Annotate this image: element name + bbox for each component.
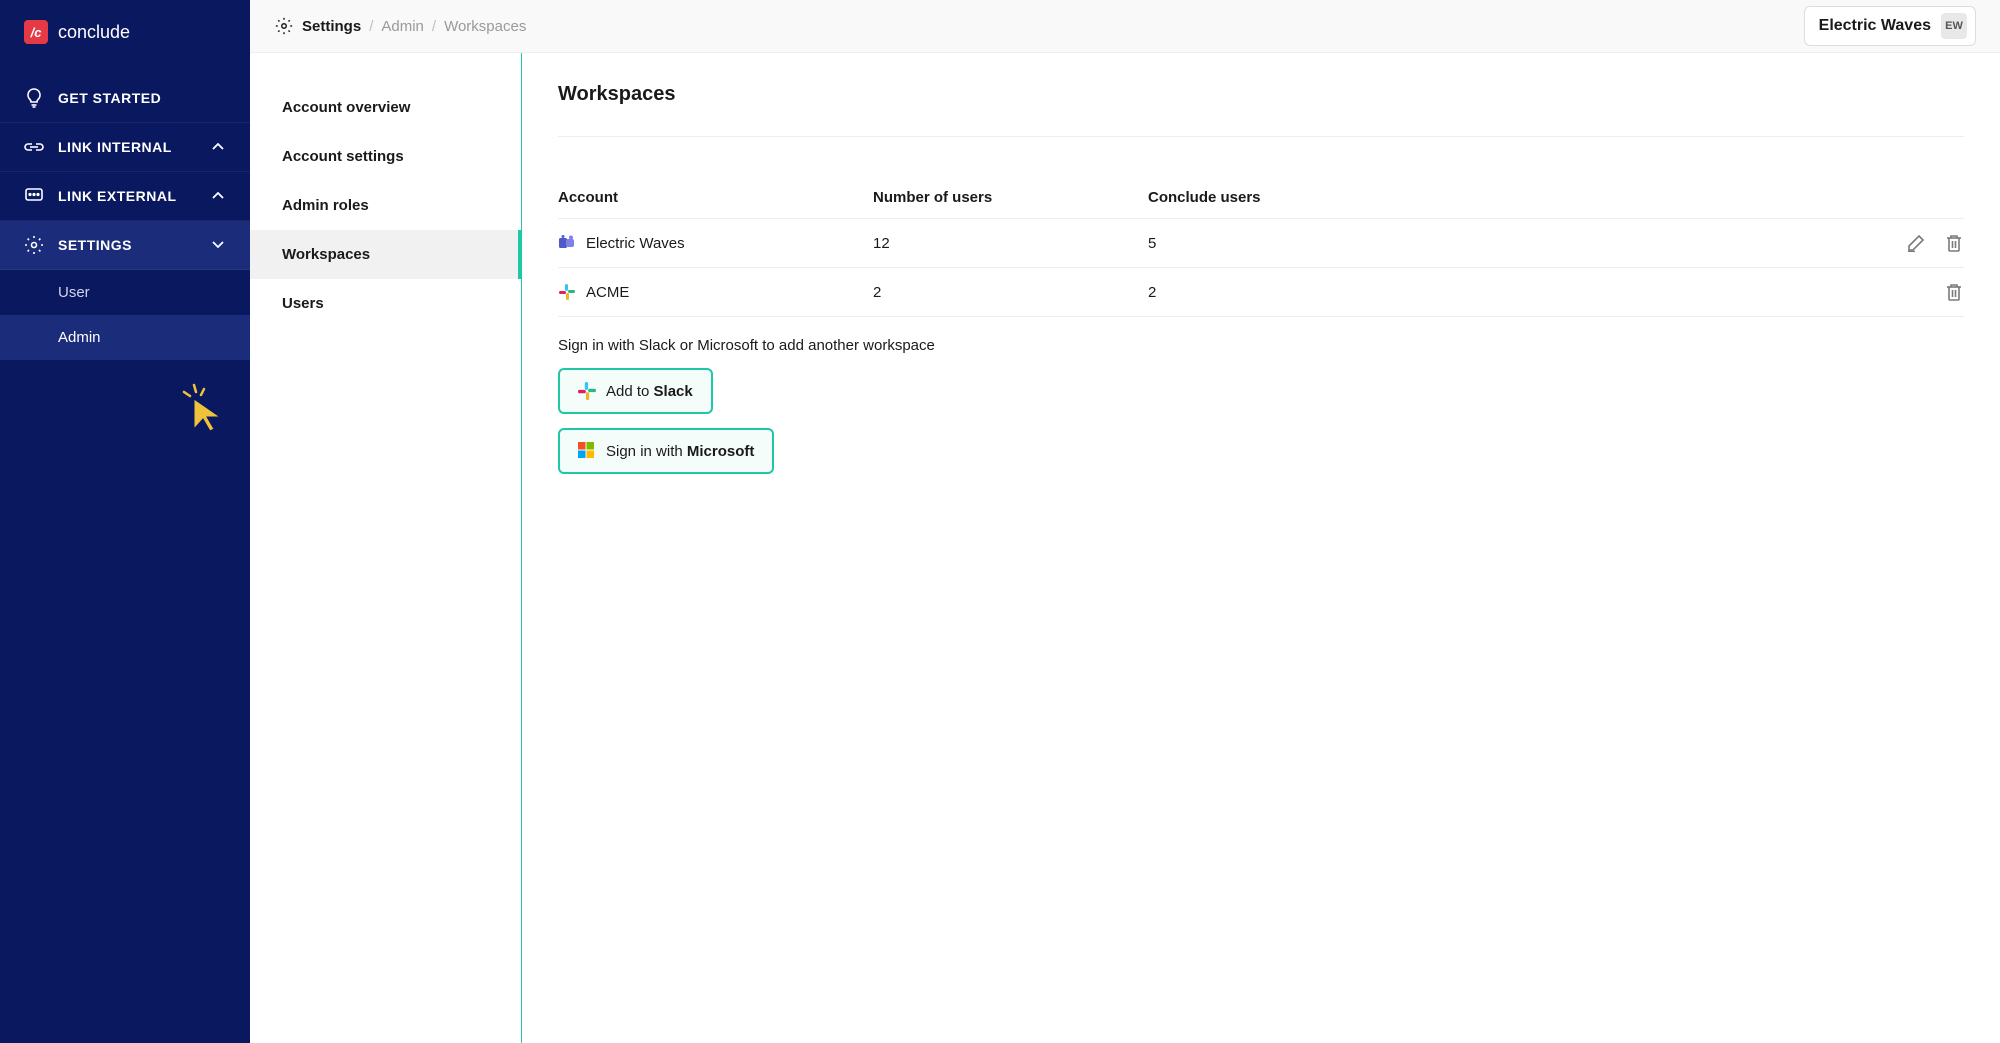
workspaces-table: Account Number of users Conclude users E… [558, 177, 1964, 317]
gear-icon [274, 16, 294, 36]
button-label: Add to Slack [606, 383, 693, 400]
nav-link-internal[interactable]: Link Internal [0, 123, 250, 172]
workspace-name: Electric Waves [586, 235, 685, 252]
sign-in-microsoft-button[interactable]: Sign in with Microsoft [558, 428, 774, 474]
crumb-sep: / [432, 18, 436, 35]
trash-icon[interactable] [1944, 282, 1964, 302]
crumb-admin[interactable]: Admin [381, 18, 424, 35]
add-to-slack-button[interactable]: Add to Slack [558, 368, 713, 414]
link-icon [24, 137, 44, 157]
nav-label: Link External [58, 188, 196, 204]
workspace-name: ACME [586, 284, 629, 301]
header-users: Number of users [873, 189, 1148, 206]
subnav-account-overview[interactable]: Account overview [250, 83, 521, 132]
logo-icon: /c [24, 20, 48, 44]
nav-link-external[interactable]: Link External [0, 172, 250, 221]
table-row: Electric Waves 12 5 [558, 219, 1964, 268]
lightbulb-icon [24, 88, 44, 108]
avatar: EW [1941, 13, 1967, 39]
cell-conclude: 2 [1148, 284, 1353, 301]
crumb-settings[interactable]: Settings [302, 18, 361, 35]
table-header: Account Number of users Conclude users [558, 177, 1964, 219]
button-label: Sign in with Microsoft [606, 443, 754, 460]
cell-users: 12 [873, 235, 1148, 252]
sidebar-item-user[interactable]: User [0, 270, 250, 315]
subnav-admin-roles[interactable]: Admin roles [250, 181, 521, 230]
nav-settings[interactable]: Settings [0, 221, 250, 270]
content: Workspaces Account Number of users Concl… [522, 53, 2000, 1043]
message-icon [24, 186, 44, 206]
subnav-workspaces[interactable]: Workspaces [250, 230, 522, 279]
teams-icon [558, 234, 576, 252]
trash-icon[interactable] [1944, 233, 1964, 253]
header-conclude: Conclude users [1148, 189, 1353, 206]
main-area: Settings / Admin / Workspaces Electric W… [250, 0, 2000, 1043]
nav-label: Link Internal [58, 139, 196, 155]
breadcrumb: Settings / Admin / Workspaces [274, 16, 526, 36]
gear-icon [24, 235, 44, 255]
nav-get-started[interactable]: Get Started [0, 74, 250, 123]
top-bar: Settings / Admin / Workspaces Electric W… [250, 0, 2000, 53]
nav-label: Settings [58, 237, 196, 253]
signin-hint: Sign in with Slack or Microsoft to add a… [558, 337, 1964, 354]
microsoft-icon [578, 442, 596, 460]
nav-label: Get Started [58, 90, 226, 106]
crumb-workspaces[interactable]: Workspaces [444, 18, 526, 35]
cell-conclude: 5 [1148, 235, 1353, 252]
crumb-sep: / [369, 18, 373, 35]
cell-users: 2 [873, 284, 1148, 301]
sidebar-item-admin[interactable]: Admin [0, 315, 250, 360]
slack-icon [558, 283, 576, 301]
brand-logo[interactable]: /c conclude [0, 0, 250, 74]
settings-subnav: Account overview Account settings Admin … [250, 53, 522, 1043]
page-title: Workspaces [558, 83, 1964, 137]
table-row: ACME 2 2 [558, 268, 1964, 317]
subnav-account-settings[interactable]: Account settings [250, 132, 521, 181]
edit-icon[interactable] [1906, 233, 1926, 253]
account-switcher[interactable]: Electric Waves EW [1804, 6, 1976, 46]
subnav-users[interactable]: Users [250, 279, 521, 328]
brand-name: conclude [58, 22, 130, 43]
chevron-down-icon [210, 237, 226, 253]
slack-icon [578, 382, 596, 400]
cursor-indicator-icon [180, 383, 224, 433]
sidebar: /c conclude Get Started Link Internal Li… [0, 0, 250, 1043]
chevron-up-icon [210, 188, 226, 204]
account-name: Electric Waves [1819, 17, 1931, 35]
header-account: Account [558, 189, 873, 206]
chevron-up-icon [210, 139, 226, 155]
